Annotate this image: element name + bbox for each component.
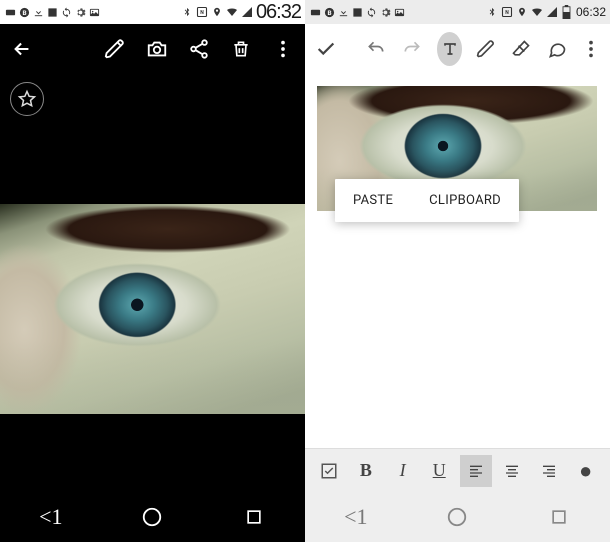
align-left-button[interactable]	[460, 455, 492, 487]
more-button[interactable]	[582, 37, 600, 61]
editor-canvas[interactable]: PASTE CLIPBOARD	[305, 74, 610, 448]
download-icon	[32, 6, 44, 18]
location-icon	[211, 6, 223, 18]
status-clock: 06:32	[256, 1, 301, 24]
nav-recent-button[interactable]	[541, 499, 577, 535]
sync-icon	[365, 6, 377, 18]
wifi-icon	[531, 6, 543, 18]
wifi-icon	[226, 6, 238, 18]
favorite-button[interactable]	[10, 82, 44, 116]
gear-icon	[74, 6, 86, 18]
svg-text:N: N	[200, 10, 204, 16]
text-tool-button[interactable]	[437, 32, 462, 66]
notif-icon-2	[351, 6, 363, 18]
gear-icon	[379, 6, 391, 18]
nav-recent-button[interactable]	[236, 499, 272, 535]
status-bar: B N 06:32	[0, 0, 305, 24]
redo-button[interactable]	[401, 37, 423, 61]
color-button[interactable]: ●	[570, 455, 602, 487]
svg-text:N: N	[505, 10, 509, 16]
nav-back-button[interactable]: <1	[33, 499, 69, 535]
more-icon[interactable]	[271, 37, 295, 61]
nfc-icon: N	[196, 6, 208, 18]
nfc-icon: N	[501, 6, 513, 18]
bold-button[interactable]: B	[350, 455, 382, 487]
signal-icon	[241, 6, 253, 18]
share-icon[interactable]	[187, 37, 211, 61]
bluetooth-icon	[486, 6, 498, 18]
sync-icon	[60, 6, 72, 18]
delete-icon[interactable]	[229, 37, 253, 61]
italic-button[interactable]: I	[387, 455, 419, 487]
nav-home-button[interactable]	[134, 499, 170, 535]
svg-text:B: B	[22, 8, 26, 16]
comment-button[interactable]	[546, 37, 568, 61]
underline-button[interactable]: U	[423, 455, 455, 487]
image-icon	[88, 6, 100, 18]
svg-text:B: B	[327, 8, 331, 16]
editor-toolbar	[305, 24, 610, 74]
pen-tool-button[interactable]	[476, 37, 496, 61]
location-icon	[516, 6, 528, 18]
undo-button[interactable]	[365, 37, 387, 61]
navigation-bar: <1	[305, 492, 610, 542]
done-button[interactable]	[315, 37, 337, 61]
paste-button[interactable]: PASTE	[335, 179, 411, 222]
signal-icon	[546, 6, 558, 18]
bluetooth-icon	[181, 6, 193, 18]
image-viewer-toolbar	[0, 24, 305, 74]
image-viewport[interactable]	[0, 116, 305, 492]
nav-home-button[interactable]	[439, 499, 475, 535]
status-clock: 06:32	[576, 5, 606, 19]
context-menu: PASTE CLIPBOARD	[335, 179, 519, 222]
clipboard-button[interactable]: CLIPBOARD	[411, 179, 519, 222]
notif-icon	[4, 6, 16, 18]
download-icon	[337, 6, 349, 18]
edit-icon[interactable]	[103, 37, 127, 61]
gallery-viewer-screen: B N 06:32	[0, 0, 305, 542]
back-button[interactable]	[10, 37, 34, 61]
nav-back-button[interactable]: <1	[338, 499, 374, 535]
status-bar: B N 06:32	[305, 0, 610, 24]
bitcoin-icon: B	[323, 6, 335, 18]
note-editor-screen: B N 06:32	[305, 0, 610, 542]
image-icon	[393, 6, 405, 18]
battery-icon	[561, 6, 573, 18]
notif-icon-2	[46, 6, 58, 18]
bitcoin-icon: B	[18, 6, 30, 18]
format-toolbar: B I U ●	[305, 448, 610, 492]
photo-content	[0, 204, 305, 414]
navigation-bar: <1	[0, 492, 305, 542]
checkbox-button[interactable]	[313, 455, 345, 487]
align-center-button[interactable]	[496, 455, 528, 487]
align-right-button[interactable]	[533, 455, 565, 487]
camera-icon[interactable]	[145, 37, 169, 61]
eraser-tool-button[interactable]	[510, 37, 532, 61]
notif-icon	[309, 6, 321, 18]
